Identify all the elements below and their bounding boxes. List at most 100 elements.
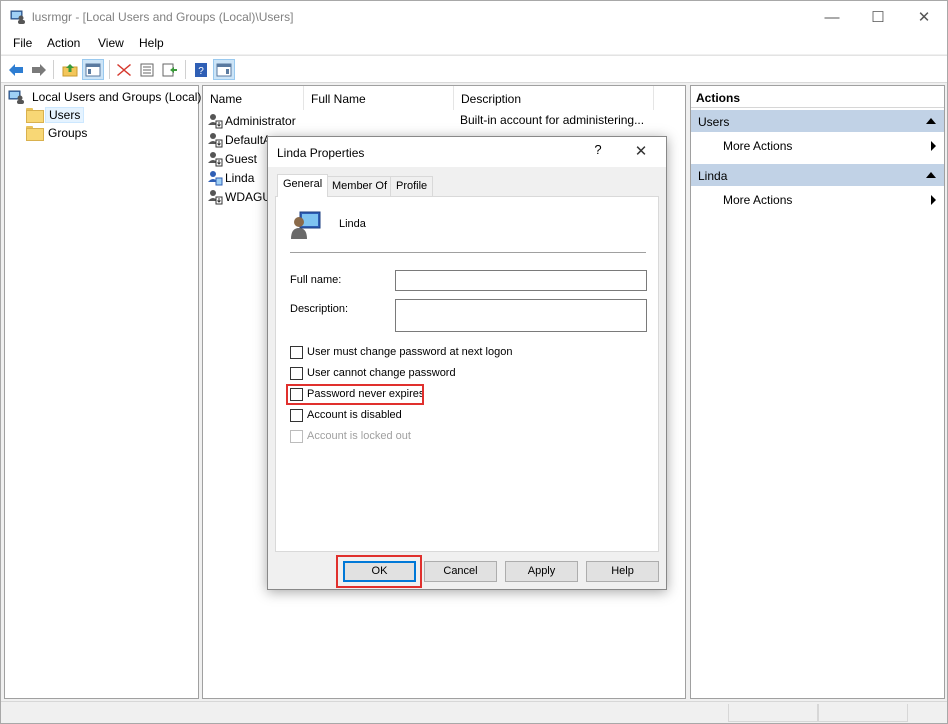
- folder-icon: [26, 126, 44, 141]
- description-label: Description:: [290, 303, 349, 315]
- checkbox-must-change-password[interactable]: User must change password at next logon: [290, 344, 512, 360]
- up-one-level-button[interactable]: [59, 59, 81, 80]
- action-item-label: More Actions: [723, 193, 793, 207]
- user-name: Linda: [339, 218, 366, 230]
- user-icon: [208, 151, 223, 166]
- tree-root-label: Local Users and Groups (Local): [32, 89, 202, 104]
- list-item-name: WDAGU: [225, 189, 271, 204]
- actions-header: Actions: [691, 86, 944, 108]
- export-list-button[interactable]: [159, 59, 181, 80]
- checkbox-box[interactable]: [290, 345, 303, 359]
- delete-x-icon: [117, 63, 131, 76]
- list-item-name: DefaultA: [225, 132, 272, 147]
- column-header-full-name[interactable]: Full Name: [304, 86, 454, 110]
- list-item-administrator[interactable]: Administrator: [207, 111, 296, 130]
- action-more-actions-linda[interactable]: More Actions: [691, 188, 944, 210]
- help-toolbar-button[interactable]: ?: [190, 59, 212, 80]
- checkbox-label: Account is disabled: [307, 409, 402, 421]
- status-bar: [1, 701, 947, 723]
- action-group-title: Users: [698, 115, 730, 129]
- forward-button[interactable]: [28, 59, 50, 80]
- svg-text:?: ?: [198, 66, 204, 77]
- minimize-button[interactable]: —: [809, 1, 855, 33]
- show-hide-tree-button[interactable]: [82, 59, 104, 80]
- cancel-button[interactable]: Cancel: [424, 561, 497, 582]
- status-cell: [818, 704, 908, 722]
- list-item-name: Guest: [225, 151, 258, 166]
- computer-users-icon: [8, 90, 24, 104]
- toolbar-separator: [185, 60, 186, 79]
- tab-member-of[interactable]: Member Of: [326, 176, 394, 196]
- window-title: lusrmgr - [Local Users and Groups (Local…: [32, 10, 294, 24]
- user-icon: [208, 170, 223, 185]
- list-item-name: Administrator: [225, 113, 296, 128]
- action-pane-icon: [216, 63, 232, 76]
- user-icon: [208, 132, 223, 147]
- dialog-close-button[interactable]: ✕: [628, 142, 654, 162]
- close-button[interactable]: ✕: [901, 1, 947, 33]
- show-hide-action-pane-button[interactable]: [213, 59, 235, 80]
- action-item-label: More Actions: [723, 139, 793, 153]
- list-item-description: Built-in account for administering...: [460, 113, 645, 127]
- tree-item-groups[interactable]: Groups: [26, 124, 90, 141]
- submenu-arrow-icon: [931, 141, 936, 151]
- menu-bar: File Action View Help: [1, 33, 947, 54]
- checkbox-box[interactable]: [290, 366, 303, 380]
- delete-button[interactable]: [113, 59, 135, 80]
- action-group-title: Linda: [698, 169, 728, 183]
- console-tree-pane: Local Users and Groups (Local) Users Gro…: [4, 85, 201, 699]
- checkbox-label: User must change password at next logon: [307, 346, 513, 358]
- full-name-label: Full name:: [290, 274, 342, 286]
- tree-root[interactable]: Local Users and Groups (Local): [8, 88, 204, 105]
- tab-profile[interactable]: Profile: [390, 176, 434, 196]
- full-name-field[interactable]: [395, 270, 647, 291]
- maximize-button[interactable]: ☐: [855, 1, 901, 33]
- export-list-icon: [162, 63, 177, 76]
- list-item-defaultaccount[interactable]: DefaultA: [207, 130, 271, 149]
- action-group-linda[interactable]: Linda: [691, 164, 944, 186]
- list-item-guest[interactable]: Guest: [207, 149, 257, 168]
- user-icon: [208, 113, 223, 128]
- back-arrow-icon: [9, 63, 23, 76]
- dialog-title-bar: Linda Properties ? ✕: [268, 137, 666, 167]
- menu-file[interactable]: File: [13, 36, 32, 50]
- user-account-icon: [291, 211, 321, 239]
- properties-button[interactable]: [136, 59, 158, 80]
- checkbox-account-disabled[interactable]: Account is disabled: [290, 407, 402, 423]
- collapse-arrow-icon: [926, 172, 936, 178]
- checkbox-box[interactable]: [290, 408, 303, 422]
- menu-action[interactable]: Action: [47, 36, 80, 50]
- checkbox-label: Account is locked out: [307, 430, 411, 442]
- checkbox-cannot-change-password[interactable]: User cannot change password: [290, 365, 456, 381]
- checkbox-box: [290, 429, 303, 443]
- description-field[interactable]: [395, 299, 647, 332]
- menu-help[interactable]: Help: [139, 36, 164, 50]
- apply-button[interactable]: Apply: [505, 561, 578, 582]
- dialog-help-button[interactable]: ?: [588, 142, 608, 162]
- toolbar: ?: [1, 55, 947, 83]
- collapse-arrow-icon: [926, 118, 936, 124]
- user-properties-dialog: Linda Properties ? ✕ General Member Of P…: [267, 136, 667, 590]
- help-button[interactable]: Help: [586, 561, 659, 582]
- help-book-icon: ?: [195, 62, 207, 77]
- list-item-name: Linda: [225, 170, 255, 185]
- general-tab-panel: Linda Full name: Description: User must …: [275, 196, 659, 552]
- toolbar-separator: [109, 60, 110, 79]
- divider: [290, 252, 646, 253]
- list-item-linda[interactable]: Linda: [207, 168, 254, 187]
- tab-general[interactable]: General: [277, 174, 329, 197]
- tree-item-label: Users: [45, 106, 85, 123]
- password-never-expires-highlight: [286, 384, 424, 405]
- action-group-users[interactable]: Users: [691, 110, 944, 132]
- folder-up-icon: [62, 63, 78, 76]
- column-header-name[interactable]: Name: [203, 86, 304, 110]
- dialog-title: Linda Properties: [277, 146, 365, 160]
- properties-icon: [140, 63, 154, 76]
- menu-view[interactable]: View: [98, 36, 124, 50]
- back-button[interactable]: [5, 59, 27, 80]
- action-more-actions-users[interactable]: More Actions: [691, 134, 944, 156]
- list-item-wdagutility[interactable]: WDAGU: [207, 187, 271, 206]
- tree-item-users[interactable]: Users: [26, 106, 85, 123]
- column-header-description[interactable]: Description: [454, 86, 654, 110]
- folder-icon: [26, 108, 44, 123]
